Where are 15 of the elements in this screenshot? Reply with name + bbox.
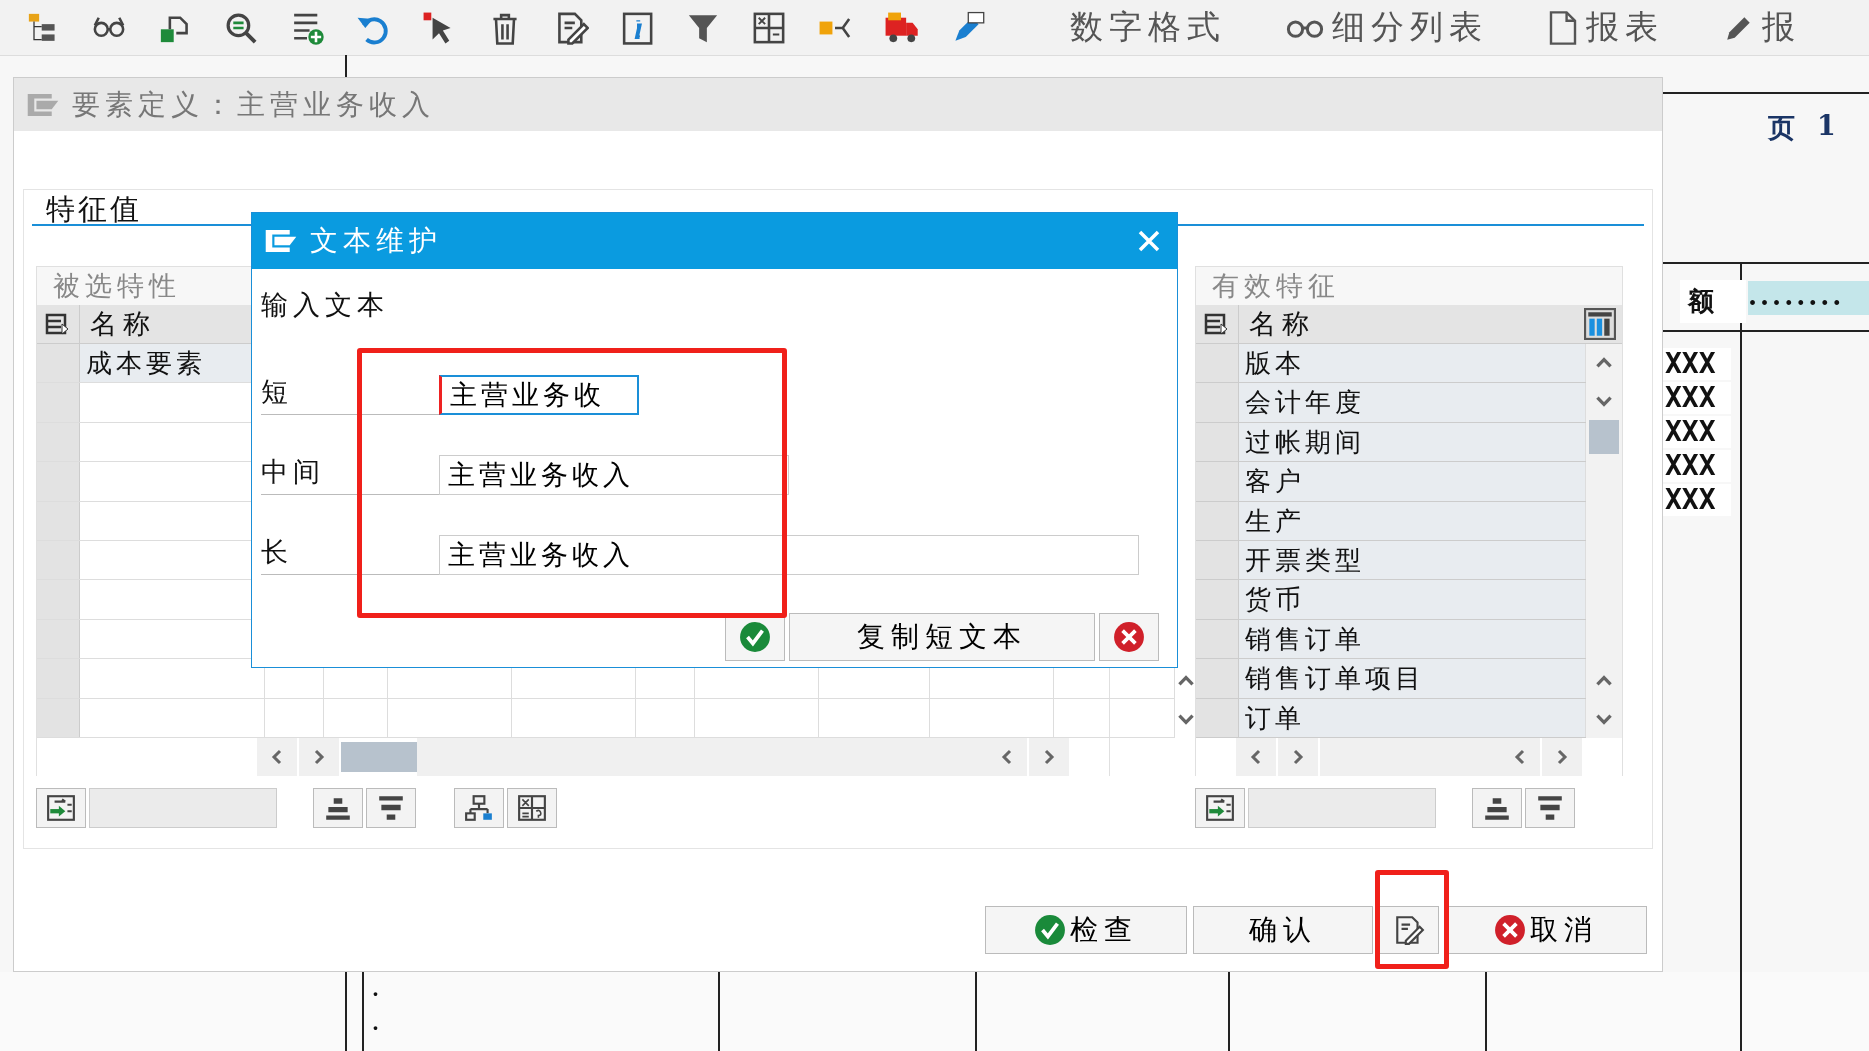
table-cell: XXX (1663, 450, 1731, 482)
table-cell: XXX (1663, 348, 1731, 380)
table-cell: XXX (1663, 382, 1731, 414)
table-cell: XXX (1663, 484, 1731, 516)
window-title: 要素定义：主营业务收入 (72, 86, 435, 123)
column-header: 额 (1680, 280, 1746, 323)
group-title: 特征值 (46, 192, 142, 226)
page-number: 1 (1817, 110, 1836, 143)
table-cell: XXX (1663, 416, 1731, 448)
table-cell: ........ (1748, 281, 1869, 315)
table-cell: . (372, 977, 379, 1001)
table-title: 有效特征 (1196, 267, 1622, 305)
page-label: 页 (1768, 111, 1795, 145)
window-title: 文本维护 (310, 223, 443, 259)
table-cell: . (372, 1011, 379, 1035)
